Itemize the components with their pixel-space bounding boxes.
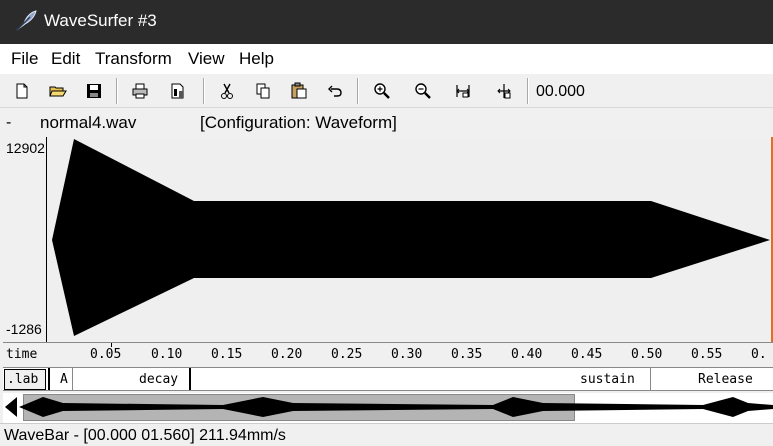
amplitude-min: -1286 xyxy=(6,321,42,337)
properties-icon xyxy=(171,83,184,99)
zoom-out-button[interactable] xyxy=(410,78,436,104)
segment-boundary[interactable] xyxy=(189,368,191,390)
wavebar-overview[interactable] xyxy=(3,393,773,423)
menu-transform[interactable]: Transform xyxy=(95,49,172,69)
menu-edit[interactable]: Edit xyxy=(51,49,80,69)
paste-icon xyxy=(291,82,307,99)
toolbar-separator xyxy=(357,78,359,104)
waveform-envelope xyxy=(52,139,770,336)
time-axis-label: time xyxy=(6,347,38,362)
sound-menu-toggle[interactable]: - xyxy=(6,114,11,132)
zoom-out-icon xyxy=(415,83,431,99)
cut-button[interactable] xyxy=(214,78,240,104)
print-icon xyxy=(132,83,148,99)
undo-icon xyxy=(328,85,342,97)
toolbar-separator xyxy=(116,78,118,104)
scroll-left-arrow[interactable] xyxy=(5,397,17,417)
waveform-plot xyxy=(52,139,770,336)
zoom-in-icon xyxy=(374,83,390,99)
time-tick: 0.10 xyxy=(151,347,183,362)
zoom-selection-icon xyxy=(497,84,511,99)
label-file-button[interactable]: .lab xyxy=(4,369,46,390)
segment-label-release[interactable]: Release xyxy=(698,372,753,387)
save-icon xyxy=(87,84,101,98)
menu-file[interactable]: File xyxy=(11,49,38,69)
open-folder-icon xyxy=(49,86,67,97)
time-tick: 0.25 xyxy=(331,347,363,362)
time-axis: time 0.05 0.10 0.15 0.20 0.25 0.30 0.35 … xyxy=(3,342,773,366)
copy-button[interactable] xyxy=(250,78,276,104)
toolbar-separator xyxy=(527,78,529,104)
properties-button[interactable] xyxy=(165,78,191,104)
zoom-in-button[interactable] xyxy=(369,78,395,104)
save-button[interactable] xyxy=(81,78,107,104)
toolbar: 00.000 xyxy=(0,74,773,108)
configuration-label: [Configuration: Waveform] xyxy=(200,113,397,132)
menu-view[interactable]: View xyxy=(188,49,225,69)
time-tick: 0.30 xyxy=(391,347,423,362)
filename: normal4.wav xyxy=(40,113,137,132)
copy-icon xyxy=(256,83,270,99)
time-tick: 0.40 xyxy=(511,347,543,362)
zoom-fit-button[interactable] xyxy=(450,78,476,104)
segment-label-attack[interactable]: A xyxy=(60,372,68,387)
time-tick: 0.05 xyxy=(90,347,122,362)
open-file-button[interactable] xyxy=(45,78,71,104)
segment-label-decay[interactable]: decay xyxy=(139,372,178,387)
print-button[interactable] xyxy=(127,78,153,104)
title-bar: WaveSurfer #3 xyxy=(0,0,773,44)
segment-label-sustain[interactable]: sustain xyxy=(580,372,635,387)
time-tick: 0. xyxy=(751,347,767,362)
time-readout: 00.000 xyxy=(536,83,585,100)
overview-envelope xyxy=(19,397,773,417)
status-bar: WaveBar - [00.000 01.560] 211.94mm/s xyxy=(0,423,773,446)
undo-button[interactable] xyxy=(322,78,348,104)
time-tick: 0.55 xyxy=(691,347,723,362)
paste-button[interactable] xyxy=(286,78,312,104)
window-title: WaveSurfer #3 xyxy=(44,11,157,30)
segment-boundary[interactable] xyxy=(48,368,50,390)
new-file-button[interactable] xyxy=(9,78,35,104)
time-tick: 0.45 xyxy=(571,347,603,362)
time-tick: 0.20 xyxy=(271,347,303,362)
time-tick: 0.50 xyxy=(631,347,663,362)
menu-bar: File Edit Transform View Help xyxy=(0,44,773,74)
amplitude-axis: 12902 -1286 xyxy=(3,137,47,342)
time-tick: 0.15 xyxy=(211,347,243,362)
new-file-icon xyxy=(16,83,28,99)
menu-help[interactable]: Help xyxy=(239,49,274,69)
waveform-area: 12902 -1286 xyxy=(0,137,773,342)
overview-waveform xyxy=(5,397,773,417)
label-track: .lab A decay sustain Release xyxy=(3,367,773,391)
waveform-pane[interactable] xyxy=(48,139,772,340)
cut-icon xyxy=(221,83,233,99)
toolbar-separator xyxy=(203,78,205,104)
zoom-selection-button[interactable] xyxy=(491,78,517,104)
segment-boundary[interactable] xyxy=(72,368,73,390)
feather-icon xyxy=(16,10,37,31)
time-tick: 0.35 xyxy=(451,347,483,362)
amplitude-max: 12902 xyxy=(6,140,45,156)
segment-boundary[interactable] xyxy=(650,368,651,390)
sound-info-bar: - normal4.wav [Configuration: Waveform] xyxy=(0,110,773,136)
status-text: WaveBar - [00.000 01.560] 211.94mm/s xyxy=(4,427,286,444)
zoom-fit-icon xyxy=(456,85,470,98)
